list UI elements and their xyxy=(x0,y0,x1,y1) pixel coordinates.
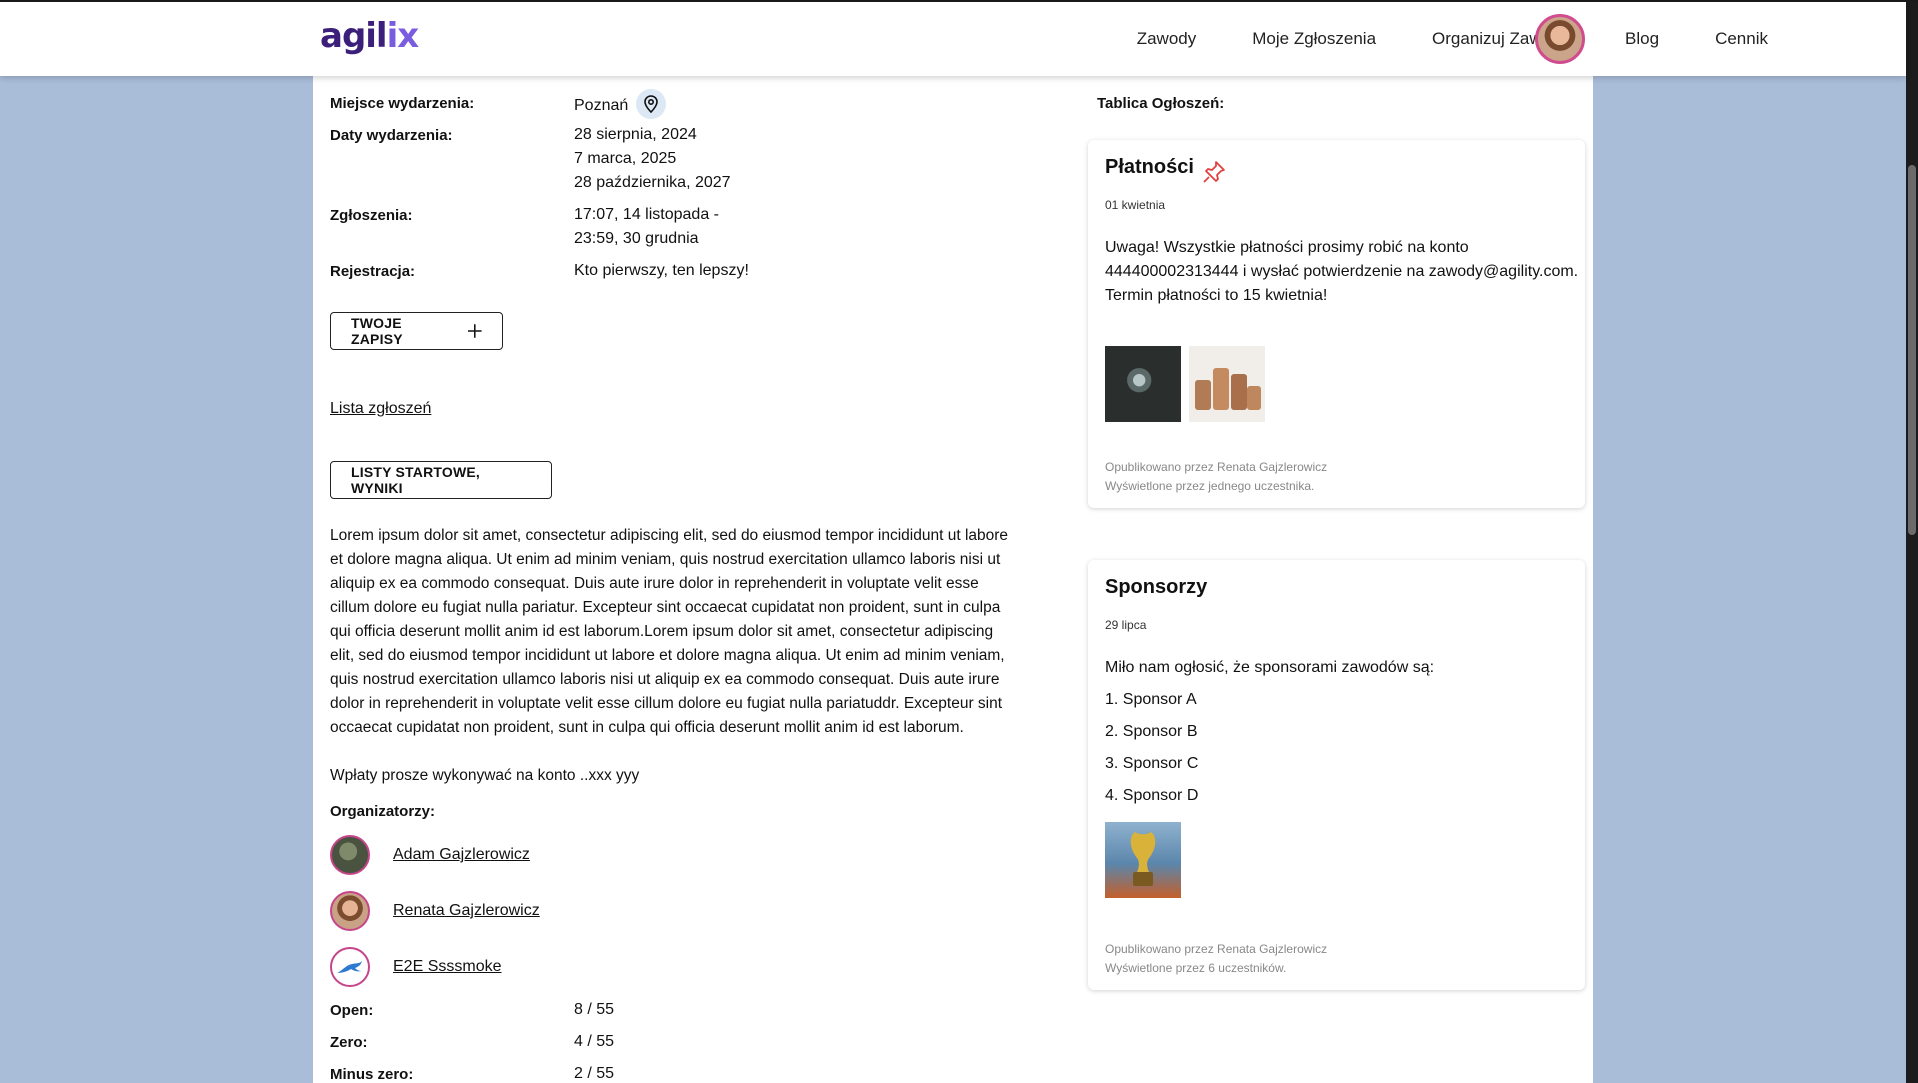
organizer-link[interactable]: Adam Gajzlerowicz xyxy=(393,846,530,864)
card-meta: Opublikowano przez Renata Gajzlerowicz W… xyxy=(1105,458,1327,496)
organizer-avatar[interactable] xyxy=(330,891,370,931)
organizers-label: Organizatorzy: xyxy=(330,803,436,820)
pin-icon xyxy=(1203,161,1225,183)
class-label: Zero: xyxy=(330,1034,368,1051)
signup-start: 17:07, 14 listopada - xyxy=(574,206,719,223)
date-item: 7 marca, 2025 xyxy=(574,150,677,167)
card-line: 444400002313444 i wysłać potwierdzenie n… xyxy=(1105,263,1579,280)
my-entries-label: TWOJE ZAPISY xyxy=(351,315,403,347)
plus-icon xyxy=(468,324,482,338)
view-count: Wyświetlone przez 6 uczestników. xyxy=(1105,961,1287,975)
trophy-image xyxy=(1130,832,1156,886)
view-count: Wyświetlone przez jednego uczestnika. xyxy=(1105,479,1315,493)
registration-value: Kto pierwszy, ten lepszy! xyxy=(574,262,749,279)
board-title: Tablica Ogłoszeń: xyxy=(1097,95,1225,112)
window-top-border xyxy=(0,0,1918,2)
card-date: 29 lipca xyxy=(1105,618,1147,632)
class-count: 4 / 55 xyxy=(574,1033,615,1050)
dog-logo-icon xyxy=(337,961,362,973)
trophy-photo-thumbnail[interactable] xyxy=(1105,822,1181,898)
class-label: Open: xyxy=(330,1002,374,1019)
nav-item-zawody[interactable]: Zawody xyxy=(1137,29,1197,49)
organizer-link[interactable]: E2E Ssssmoke xyxy=(393,958,501,976)
card-body: Uwaga! Wszystkie płatności prosimy robić… xyxy=(1105,236,1580,308)
card-title: Sponsorzy xyxy=(1105,576,1208,598)
signup-end: 23:59, 30 grudnia xyxy=(574,230,699,247)
class-count: 2 / 55 xyxy=(574,1065,615,1082)
nav-item-cennik[interactable]: Cennik xyxy=(1715,29,1768,49)
payment-note: Wpłaty prosze wykonywać na konto ..xxx y… xyxy=(330,767,640,784)
signup-label: Zgłoszenia: xyxy=(330,207,413,224)
organizer-link[interactable]: Renata Gajzlerowicz xyxy=(393,902,540,920)
card-line: Uwaga! Wszystkie płatności prosimy robić… xyxy=(1105,239,1469,256)
logo[interactable]: agilix xyxy=(320,16,419,56)
event-page: Miejsce wydarzenia: Poznań Daty wydarzen… xyxy=(313,76,1593,1083)
scrollbar-thumb[interactable] xyxy=(1908,165,1916,535)
card-meta: Opublikowano przez Renata Gajzlerowicz W… xyxy=(1105,940,1327,978)
published-by: Opublikowano przez Renata Gajzlerowicz xyxy=(1105,460,1328,474)
my-entries-button[interactable]: TWOJE ZAPISY xyxy=(330,312,503,350)
money-photo-thumbnail[interactable] xyxy=(1105,346,1181,422)
date-item: 28 sierpnia, 2024 xyxy=(574,126,697,143)
entries-list-link[interactable]: Lista zgłoszeń xyxy=(330,400,431,418)
card-date: 01 kwietnia xyxy=(1105,198,1166,212)
sponsor-item: 3. Sponsor C xyxy=(1105,755,1199,772)
user-avatar[interactable] xyxy=(1535,14,1585,64)
coins-photo-thumbnail[interactable] xyxy=(1189,346,1265,422)
coins-image xyxy=(1195,368,1261,410)
sponsor-item: 2. Sponsor B xyxy=(1105,723,1198,740)
class-count: 8 / 55 xyxy=(574,1001,615,1018)
sponsor-item: 1. Sponsor A xyxy=(1105,691,1197,708)
card-intro: Miło nam ogłosić, że sponsorami zawodów … xyxy=(1105,659,1435,676)
nav-menu: Zawody Moje Zgłoszenia Organizuj Zawody … xyxy=(1081,2,1768,76)
class-label: Minus zero: xyxy=(330,1066,414,1083)
card-line: Termin płatności to 15 kwietnia! xyxy=(1105,287,1328,304)
event-description: Lorem ipsum dolor sit amet, consectetur … xyxy=(330,527,1009,736)
organizer-avatar[interactable] xyxy=(330,947,370,987)
organizer-avatar[interactable] xyxy=(330,835,370,875)
date-item: 28 października, 2027 xyxy=(574,174,731,191)
navbar: agilix Zawody Moje Zgłoszenia Organizuj … xyxy=(0,2,1906,76)
announcement-card-sponsors: Sponsorzy 29 lipca Miło nam ogłosić, że … xyxy=(1088,560,1585,990)
nav-item-moje-zgloszenia[interactable]: Moje Zgłoszenia xyxy=(1252,29,1376,49)
nav-item-blog[interactable]: Blog xyxy=(1625,29,1659,49)
start-lists-button[interactable]: LISTY STARTOWE, WYNIKI xyxy=(330,461,552,499)
announcement-card-payments: Płatności 01 kwietnia Uwaga! Wszystkie p… xyxy=(1088,140,1585,508)
registration-label: Rejestracja: xyxy=(330,263,416,280)
place-label: Miejsce wydarzenia: xyxy=(330,95,475,112)
sponsor-item: 4. Sponsor D xyxy=(1105,787,1199,804)
dates-label: Daty wydarzenia: xyxy=(330,127,453,144)
location-pin-icon[interactable] xyxy=(636,89,667,119)
place-city: Poznań xyxy=(574,97,629,115)
place-value: Poznań xyxy=(574,89,667,121)
start-lists-label: LISTY STARTOWE, WYNIKI xyxy=(351,464,481,496)
dates-list: 28 sierpnia, 2024 7 marca, 2025 28 paźdz… xyxy=(574,123,731,195)
card-title: Płatności xyxy=(1105,156,1194,178)
signup-period: 17:07, 14 listopada - 23:59, 30 grudnia xyxy=(574,203,719,251)
published-by: Opublikowano przez Renata Gajzlerowicz xyxy=(1105,942,1328,956)
